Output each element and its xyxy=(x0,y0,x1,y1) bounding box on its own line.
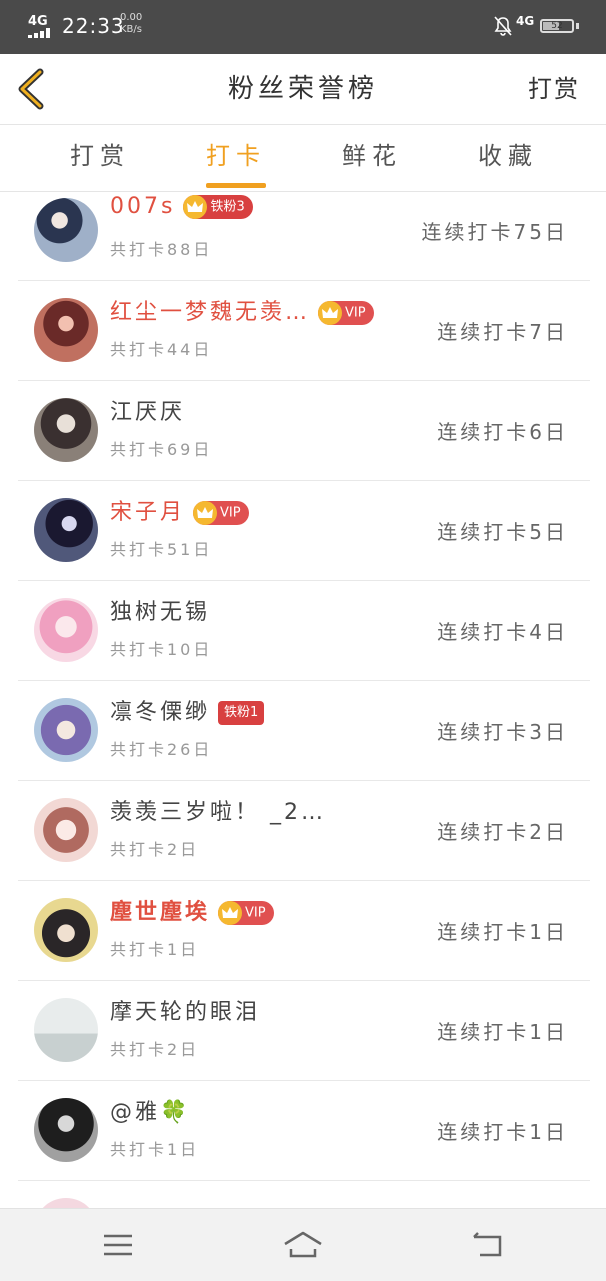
list-item[interactable]: 凛冬傈缈 铁粉1 共打卡26日 连续打卡3日 xyxy=(18,680,590,781)
streak-days: 连续打卡5日 xyxy=(437,520,568,544)
user-name[interactable]: 凛冬傈缈 xyxy=(110,700,210,725)
user-name[interactable]: 摩天轮的眼泪 xyxy=(110,1000,260,1025)
tab-favorites[interactable]: 收藏 xyxy=(453,125,563,187)
crown-icon xyxy=(183,195,208,219)
avatar[interactable] xyxy=(34,498,98,562)
bell-off-icon xyxy=(494,16,512,36)
tab-bar: 打赏 打卡 鲜花 收藏 xyxy=(0,125,606,192)
net-speed-value: 0.00 xyxy=(120,12,143,23)
streak-days: 连续打卡2日 xyxy=(437,820,568,844)
clock: 22:33 xyxy=(62,14,125,38)
page-title: 粉丝荣誉榜 xyxy=(227,74,378,104)
net-speed-unit: KB/s xyxy=(120,24,142,35)
reward-button[interactable]: 打赏 xyxy=(528,54,580,124)
avatar[interactable] xyxy=(34,398,98,462)
user-name[interactable]: 007s xyxy=(110,194,175,219)
avatar[interactable] xyxy=(34,598,98,662)
total-checkins: 共打卡44日 xyxy=(110,340,213,359)
streak-days: 连续打卡4日 xyxy=(437,620,568,644)
user-name[interactable]: 宋子月 xyxy=(110,500,185,525)
fan-badge: 铁粉3 xyxy=(183,195,253,219)
list-item[interactable]: 江厌厌 共打卡69日 连续打卡6日 xyxy=(18,380,590,481)
list-item[interactable]: 塵世塵埃 VIP 共打卡1日 连续打卡1日 xyxy=(18,880,590,981)
total-checkins: 共打卡10日 xyxy=(110,640,213,659)
streak-days: 连续打卡1日 xyxy=(437,1020,568,1044)
user-name[interactable]: 羡羡三岁啦！ _2… xyxy=(110,800,326,825)
net-speed: 0.00 KB/s xyxy=(120,12,142,36)
mobile-data: 4G xyxy=(516,14,535,28)
avatar[interactable] xyxy=(34,198,98,262)
total-checkins: 共打卡1日 xyxy=(110,1140,200,1159)
streak-days: 连续打卡6日 xyxy=(437,420,568,444)
tab-flowers[interactable]: 鲜花 xyxy=(317,125,427,187)
user-name[interactable]: 独树无锡 xyxy=(110,600,210,625)
network-type: 4G xyxy=(28,14,48,29)
active-tab-indicator xyxy=(206,183,266,188)
crown-icon xyxy=(193,501,218,525)
streak-days: 连续打卡75日 xyxy=(421,220,568,244)
tab-reward[interactable]: 打赏 xyxy=(45,125,155,187)
return-icon[interactable] xyxy=(468,1229,508,1261)
list-item[interactable]: 红尘一梦魏无羡… VIP 共打卡44日 连续打卡7日 xyxy=(18,280,590,381)
total-checkins: 共打卡1日 xyxy=(110,940,200,959)
total-checkins: 共打卡2日 xyxy=(110,1040,200,1059)
vip-badge: VIP xyxy=(193,501,249,525)
list-item[interactable]: 羡羡三岁啦！ _2… 共打卡2日 连续打卡2日 xyxy=(18,780,590,881)
crown-icon xyxy=(218,901,243,925)
list-item[interactable]: 摩天轮的眼泪 共打卡2日 连续打卡1日 xyxy=(18,980,590,1081)
total-checkins: 共打卡69日 xyxy=(110,440,213,459)
total-checkins: 共打卡2日 xyxy=(110,840,200,859)
avatar[interactable] xyxy=(34,298,98,362)
avatar[interactable] xyxy=(34,798,98,862)
avatar[interactable] xyxy=(34,898,98,962)
ranking-list: 007s 铁粉3 共打卡88日 连续打卡75日 红尘一梦魏无羡… VIP 共打卡44… xyxy=(0,192,606,1208)
avatar[interactable] xyxy=(34,1198,98,1208)
streak-days: 连续打卡7日 xyxy=(437,320,568,344)
total-checkins: 共打卡26日 xyxy=(110,740,213,759)
streak-days: 连续打卡3日 xyxy=(437,720,568,744)
signal-icon xyxy=(28,28,54,38)
avatar[interactable] xyxy=(34,998,98,1062)
crown-icon xyxy=(318,301,343,325)
status-bar: 4G 22:33 0.00 KB/s 4G 52 xyxy=(0,0,606,54)
vip-badge: VIP xyxy=(318,301,374,325)
user-name[interactable]: 塵世塵埃 xyxy=(110,900,210,925)
list-item[interactable] xyxy=(18,1180,590,1208)
system-nav-bar xyxy=(0,1208,606,1281)
list-item[interactable]: 独树无锡 共打卡10日 连续打卡4日 xyxy=(18,580,590,681)
user-name[interactable]: 江厌厌 xyxy=(110,400,185,425)
menu-icon[interactable] xyxy=(98,1229,138,1261)
app-header: 粉丝荣誉榜 打赏 xyxy=(0,54,606,125)
tab-checkin[interactable]: 打卡 xyxy=(181,125,291,187)
list-item[interactable]: @雅🍀 共打卡1日 连续打卡1日 xyxy=(18,1080,590,1181)
list-item[interactable]: 007s 铁粉3 共打卡88日 连续打卡75日 xyxy=(18,192,590,281)
battery-level: 52 xyxy=(551,21,563,31)
user-name[interactable]: 红尘一梦魏无羡… xyxy=(110,300,310,325)
user-name[interactable]: @雅🍀 xyxy=(110,1100,190,1125)
home-icon[interactable] xyxy=(283,1229,323,1261)
total-checkins: 共打卡51日 xyxy=(110,540,213,559)
vip-badge: VIP xyxy=(218,901,274,925)
streak-days: 连续打卡1日 xyxy=(437,920,568,944)
list-item[interactable]: 宋子月 VIP 共打卡51日 连续打卡5日 xyxy=(18,480,590,581)
streak-days: 连续打卡1日 xyxy=(437,1120,568,1144)
avatar[interactable] xyxy=(34,1098,98,1162)
total-checkins: 共打卡88日 xyxy=(110,240,213,259)
fan-badge: 铁粉1 xyxy=(218,701,265,725)
avatar[interactable] xyxy=(34,698,98,762)
